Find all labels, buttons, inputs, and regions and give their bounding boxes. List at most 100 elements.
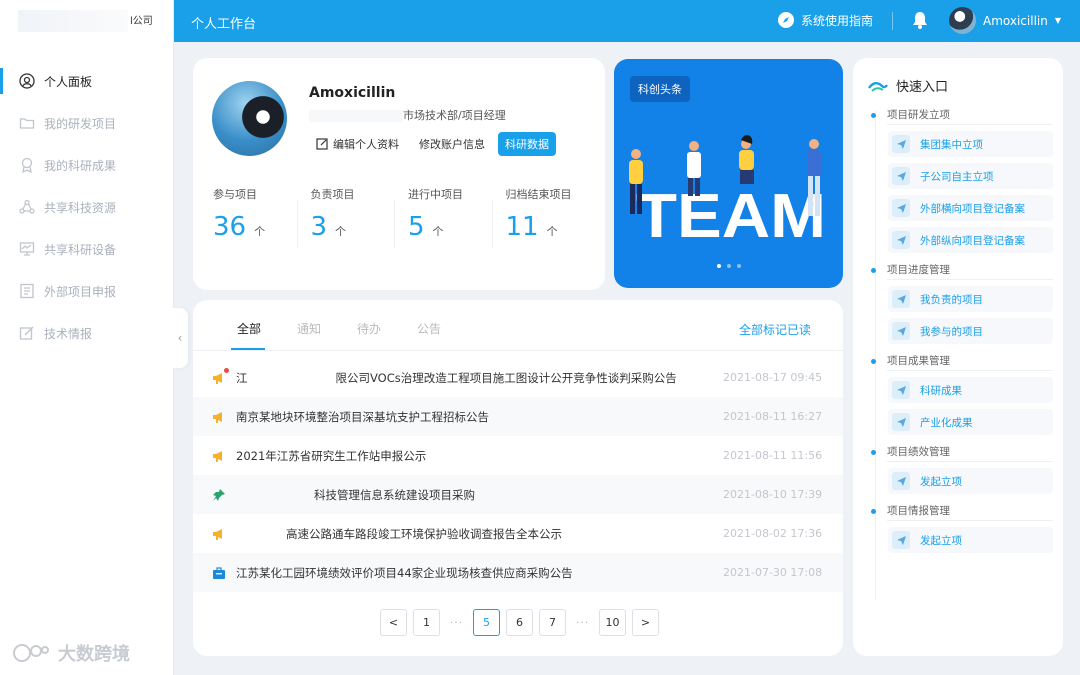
quick-entry-panel: 快速入口 项目研发立项 集团集中立项 子公司自主立项 外部横向项目登记备案 外部纵向项目… bbox=[853, 58, 1063, 656]
send-icon bbox=[892, 472, 910, 490]
banner-dot[interactable] bbox=[736, 264, 741, 268]
banner-dot[interactable] bbox=[726, 264, 731, 268]
user-menu[interactable]: Amoxicillin ▼ bbox=[949, 7, 1061, 34]
pagination: <1 ··· 5 6 7 ··· 10 > bbox=[380, 609, 659, 636]
notice-title: 科技管理信息系统建设项目采购 bbox=[236, 487, 723, 503]
profile-department: 市场技术部/项目经理 bbox=[309, 107, 506, 123]
notice-title: 南京某地块环境整治项目深基坑支护工程招标公告 bbox=[236, 409, 723, 425]
mark-all-read-link[interactable]: 全部标记已读 bbox=[739, 321, 811, 338]
stat-item[interactable]: 参与项目 36 个 bbox=[205, 186, 303, 242]
tab-1[interactable]: 通知 bbox=[273, 320, 333, 350]
redacted-text bbox=[247, 372, 336, 384]
send-icon bbox=[892, 381, 910, 399]
sidebar-item-0[interactable]: 个人面板 bbox=[0, 60, 174, 102]
list-item[interactable]: 江 限公司VOCs治理改造工程项目施工图设计公开竞争性谈判采购公告 2021-08-… bbox=[193, 358, 843, 397]
sidebar-item-5[interactable]: 外部项目申报 bbox=[0, 270, 174, 312]
divider bbox=[887, 461, 1053, 462]
company-logo[interactable]: l公司 bbox=[18, 8, 158, 36]
list-item[interactable]: 南京某地块环境整治项目深基坑支护工程招标公告 2021-08-11 16:27 bbox=[193, 397, 843, 436]
quick-link[interactable]: 发起立项 bbox=[888, 527, 1053, 553]
quick-link[interactable]: 产业化成果 bbox=[888, 409, 1053, 435]
quick-link[interactable]: 我参与的项目 bbox=[888, 318, 1053, 344]
redacted-text bbox=[309, 110, 403, 122]
redacted-text bbox=[236, 528, 286, 540]
megaphone-icon bbox=[212, 449, 226, 463]
quick-link[interactable]: 集团集中立项 bbox=[888, 131, 1053, 157]
list-item[interactable]: 高速公路通车路段竣工环境保护验收调查报告全本公示 2021-08-02 17:36 bbox=[193, 514, 843, 553]
folder-icon bbox=[18, 114, 36, 132]
edit-profile-button[interactable]: 编辑个人资料 bbox=[309, 132, 406, 156]
quick-link-label: 科研成果 bbox=[920, 384, 962, 397]
list-item[interactable]: 科技管理信息系统建设项目采购 2021-08-10 17:39 bbox=[193, 475, 843, 514]
share-icon bbox=[18, 198, 36, 216]
system-guide-link[interactable]: 系统使用指南 bbox=[777, 11, 873, 29]
quick-link[interactable]: 科研成果 bbox=[888, 377, 1053, 403]
watermark-text: 大数跨境 bbox=[58, 644, 130, 665]
prev-page-button[interactable]: < bbox=[380, 609, 407, 636]
banner-tag: 科创头条 bbox=[630, 76, 690, 102]
page-6-button[interactable]: 6 bbox=[506, 609, 533, 636]
stat-label: 负责项目 bbox=[310, 188, 355, 201]
stat-item[interactable]: 进行中项目 5 个 bbox=[394, 186, 498, 248]
sidebar-collapse-button[interactable]: ‹ bbox=[172, 308, 188, 368]
quick-link[interactable]: 我负责的项目 bbox=[888, 286, 1053, 312]
notice-title-text: 高速公路通车路段竣工环境保护验收调查报告全本公示 bbox=[286, 526, 562, 541]
sidebar-item-3[interactable]: 共享科技资源 bbox=[0, 186, 174, 228]
stat-item[interactable]: 归档结束项目 11 个 bbox=[491, 186, 596, 248]
banner-dot[interactable] bbox=[716, 264, 721, 268]
notice-title-text: 限公司VOCs治理改造工程项目施工图设计公开竞争性谈判采购公告 bbox=[335, 370, 677, 385]
tab-3[interactable]: 公告 bbox=[393, 320, 453, 350]
edit-account-label: 修改账户信息 bbox=[419, 138, 485, 151]
stat-item[interactable]: 负责项目 3 个 bbox=[296, 186, 401, 248]
page-1-button[interactable]: 1 bbox=[413, 609, 440, 636]
quick-link-label: 子公司自主立项 bbox=[920, 170, 994, 183]
quick-link[interactable]: 外部纵向项目登记备案 bbox=[888, 227, 1053, 253]
list-item[interactable]: 江苏某化工园环境绩效评价项目44家企业现场核查供应商采购公告 2021-07-30… bbox=[193, 553, 843, 592]
quick-entry-title: 快速入口 bbox=[896, 80, 949, 95]
sidebar-item-label: 共享科技资源 bbox=[44, 200, 117, 215]
quick-section: 项目情报管理 发起立项 bbox=[871, 502, 1053, 553]
watermark-logo-icon bbox=[13, 644, 49, 662]
quick-section-title: 项目成果管理 bbox=[871, 352, 1053, 370]
quick-section: 项目绩效管理发起立项 bbox=[871, 443, 1053, 494]
notice-title-text: 科技管理信息系统建设项目采购 bbox=[314, 487, 475, 502]
divider bbox=[892, 12, 893, 30]
edit-account-button[interactable]: 修改账户信息 bbox=[412, 132, 492, 156]
quick-section-title: 项目绩效管理 bbox=[871, 443, 1053, 461]
notice-title: 2021年江苏省研究生工作站申报公示 bbox=[236, 448, 723, 464]
tab-0[interactable]: 全部 bbox=[213, 320, 273, 350]
research-data-button[interactable]: 科研数据 bbox=[498, 132, 556, 156]
notice-date: 2021-08-17 09:45 bbox=[723, 371, 823, 384]
bell-icon bbox=[913, 12, 927, 29]
quick-link[interactable]: 发起立项 bbox=[888, 468, 1053, 494]
tab-2[interactable]: 待办 bbox=[333, 320, 393, 350]
quick-link-label: 集团集中立项 bbox=[920, 138, 983, 151]
sidebar-item-4[interactable]: 共享科研设备 bbox=[0, 228, 174, 270]
briefcase-icon bbox=[212, 566, 226, 580]
notice-title: 江 限公司VOCs治理改造工程项目施工图设计公开竞争性谈判采购公告 bbox=[236, 370, 723, 386]
sidebar-item-2[interactable]: 我的科研成果 bbox=[0, 144, 174, 186]
list-item[interactable]: 2021年江苏省研究生工作站申报公示 2021-08-11 11:56 bbox=[193, 436, 843, 475]
sidebar-item-1[interactable]: 我的研发项目 bbox=[0, 102, 174, 144]
divider bbox=[887, 279, 1053, 280]
quick-link[interactable]: 子公司自主立项 bbox=[888, 163, 1053, 189]
notice-prefix: 江 bbox=[236, 370, 248, 385]
stat-unit: 个 bbox=[432, 225, 444, 238]
next-page-button[interactable]: > bbox=[632, 609, 659, 636]
notification-button[interactable] bbox=[912, 11, 928, 32]
stat-label: 参与项目 bbox=[213, 188, 257, 201]
news-banner[interactable]: 科创头条 TEAM bbox=[614, 59, 843, 288]
page-10-button[interactable]: 10 bbox=[599, 609, 626, 636]
notice-title-text: 南京某地块环境整治项目深基坑支护工程招标公告 bbox=[236, 409, 489, 424]
pin-icon bbox=[212, 488, 226, 502]
page-5-button[interactable]: 5 bbox=[473, 609, 500, 636]
notice-panel: 全部 通知 待办 公告 全部标记已读 江 限公司VOCs治理改造工程项目施工图设计公开竞… bbox=[193, 300, 843, 656]
profile-name: Amoxicillin bbox=[309, 85, 396, 101]
stat-value: 36 bbox=[213, 212, 247, 242]
page-7-button[interactable]: 7 bbox=[539, 609, 566, 636]
sidebar-item-6[interactable]: 技术情报 bbox=[0, 312, 174, 354]
sidebar-item-label: 共享科研设备 bbox=[44, 242, 117, 257]
send-icon bbox=[892, 167, 910, 185]
quick-link[interactable]: 外部横向项目登记备案 bbox=[888, 195, 1053, 221]
sidebar-item-label: 外部项目申报 bbox=[44, 284, 117, 299]
